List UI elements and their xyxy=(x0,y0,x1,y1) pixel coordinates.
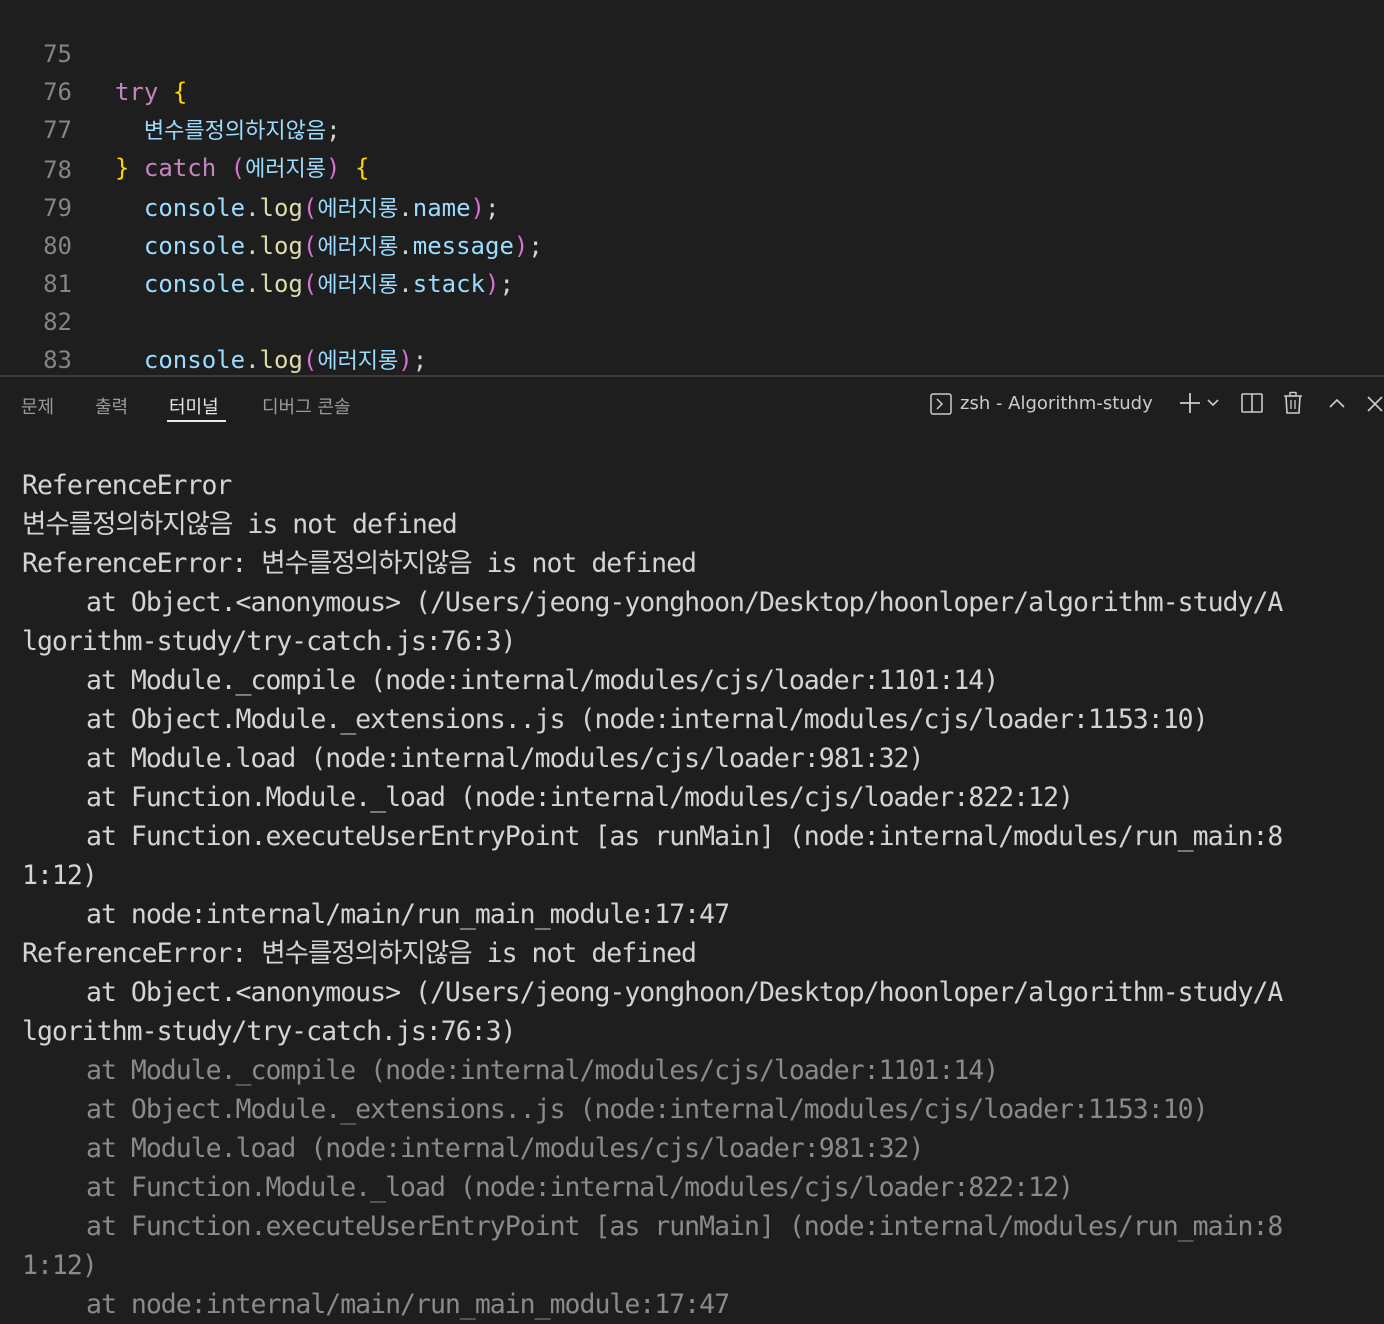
punctuation: . xyxy=(245,232,260,260)
tab-terminal[interactable]: 터미널 xyxy=(169,393,219,419)
paren: ( xyxy=(302,270,318,298)
code-line[interactable]: 80 console.log(에러지롱.stack); xyxy=(0,189,514,298)
punctuation: ; xyxy=(485,194,500,222)
code-line[interactable]: 76 변수를정의하지않음; xyxy=(0,35,340,144)
terminal-line: at Module.load (node:internal/modules/cj… xyxy=(86,743,924,774)
terminal-line: ReferenceError xyxy=(22,470,232,501)
paren: ( xyxy=(302,194,318,222)
paren: ) xyxy=(485,270,500,298)
brace: } xyxy=(115,154,130,182)
code-editor[interactable]: 75 try { 76 변수를정의하지않음; 77 } catch (에러지롱)… xyxy=(0,0,1384,375)
terminal-line: at Function.executeUserEntryPoint [as ru… xyxy=(86,821,1283,852)
identifier: 에러지롱 xyxy=(317,273,399,298)
function-name: log xyxy=(259,346,303,374)
terminal-line: at Object.Module._extensions..js (node:i… xyxy=(86,704,1209,735)
identifier: 에러지롱 xyxy=(245,157,327,182)
property: message xyxy=(412,232,514,260)
punctuation: ; xyxy=(326,116,341,144)
terminal-line: at Object.Module._extensions..js (node:i… xyxy=(86,1094,1209,1125)
keyword-try: try xyxy=(115,78,159,106)
terminal-line: ReferenceError: 변수를정의하지않음 is not defined xyxy=(22,548,697,579)
code-line[interactable]: 77 } catch (에러지롱) { xyxy=(0,73,369,182)
terminal-selector-label: zsh - Algorithm-study xyxy=(960,393,1153,414)
code-line[interactable]: 78 console.log(에러지롱.name); xyxy=(0,113,499,222)
identifier: console xyxy=(143,270,246,298)
code-line[interactable]: 83 } xyxy=(0,303,72,374)
punctuation: ; xyxy=(412,346,428,374)
paren: ) xyxy=(326,154,341,182)
paren: ) xyxy=(513,232,529,260)
terminal-selector[interactable]: zsh - Algorithm-study xyxy=(930,393,1153,417)
punctuation: . xyxy=(245,270,260,298)
paren: ) xyxy=(398,346,413,374)
identifier: 에러지롱 xyxy=(317,235,399,260)
paren: ( xyxy=(302,232,318,260)
terminal-line: 1:12) xyxy=(22,1250,98,1281)
active-tab-indicator xyxy=(167,420,226,422)
brace: { xyxy=(172,78,188,106)
paren: ( xyxy=(302,346,318,374)
terminal-line: at Module._compile (node:internal/module… xyxy=(86,1055,999,1086)
terminal-line: at node:internal/main/run_main_module:17… xyxy=(86,1289,730,1320)
property: stack xyxy=(412,270,485,298)
tab-debug-console[interactable]: 디버그 콘솔 xyxy=(262,393,351,419)
identifier: 에러지롱 xyxy=(317,197,399,222)
chevron-up-icon[interactable] xyxy=(1328,397,1346,409)
split-icon[interactable] xyxy=(1240,391,1264,415)
punctuation: . xyxy=(398,232,413,260)
property: name xyxy=(412,194,471,222)
close-icon[interactable] xyxy=(1366,395,1384,413)
function-name: log xyxy=(259,270,303,298)
code-line[interactable]: 82 console.log(에러지롱); xyxy=(0,265,427,374)
code-line[interactable]: 84 xyxy=(0,343,58,375)
code-line[interactable]: 79 console.log(에러지롱.message); xyxy=(0,151,543,260)
terminal-line: lgorithm-study/try-catch.js:76:3) xyxy=(22,626,517,657)
paren: ) xyxy=(470,194,485,222)
terminal-line: at Function.Module._load (node:internal/… xyxy=(86,782,1074,813)
tab-problems[interactable]: 문제 xyxy=(21,393,54,419)
code-line[interactable]: 75 try { xyxy=(0,0,187,106)
plus-icon[interactable] xyxy=(1178,391,1202,415)
terminal-line: at Module._compile (node:internal/module… xyxy=(86,665,999,696)
panel-tabs: 문제 출력 터미널 디버그 콘솔 xyxy=(0,377,900,429)
terminal-output[interactable]: ReferenceError 변수를정의하지않음 is not defined … xyxy=(22,466,1372,1324)
paren: ( xyxy=(230,154,246,182)
chevron-down-icon[interactable] xyxy=(1206,397,1220,409)
terminal-line: ReferenceError: 변수를정의하지않음 is not defined xyxy=(22,938,697,969)
terminal-line: lgorithm-study/try-catch.js:76:3) xyxy=(22,1016,517,1047)
identifier: console xyxy=(143,346,246,374)
identifier: console xyxy=(143,232,246,260)
terminal-line: 1:12) xyxy=(22,860,98,891)
terminal-line: at Object.<anonymous> (/Users/jeong-yong… xyxy=(86,587,1283,618)
trash-icon[interactable] xyxy=(1282,391,1304,415)
keyword-catch: catch xyxy=(143,154,217,182)
terminal-line: at Function.Module._load (node:internal/… xyxy=(86,1172,1074,1203)
panel-toolbar: zsh - Algorithm-study xyxy=(924,377,1384,429)
function-name: log xyxy=(259,232,303,260)
terminal-line: at Function.executeUserEntryPoint [as ru… xyxy=(86,1211,1283,1242)
bottom-panel: 문제 출력 터미널 디버그 콘솔 zsh - Algorithm-study R… xyxy=(0,375,1384,1322)
terminal-line: at Module.load (node:internal/modules/cj… xyxy=(86,1133,924,1164)
identifier: 에러지롱 xyxy=(317,349,399,374)
punctuation: . xyxy=(398,194,413,222)
brace: { xyxy=(354,154,370,182)
tab-output[interactable]: 출력 xyxy=(95,393,128,419)
terminal-line: at node:internal/main/run_main_module:17… xyxy=(86,899,730,930)
terminal-icon xyxy=(930,393,952,415)
punctuation: ; xyxy=(499,270,514,298)
terminal-line: 변수를정의하지않음 is not defined xyxy=(22,509,458,540)
punctuation: . xyxy=(245,346,260,374)
identifier: 변수를정의하지않음 xyxy=(143,119,327,144)
function-name: log xyxy=(259,194,303,222)
punctuation: ; xyxy=(528,232,543,260)
terminal-line: at Object.<anonymous> (/Users/jeong-yong… xyxy=(86,977,1283,1008)
punctuation: . xyxy=(245,194,260,222)
punctuation: . xyxy=(398,270,413,298)
identifier: console xyxy=(143,194,246,222)
code-line[interactable]: 81 xyxy=(0,227,72,298)
